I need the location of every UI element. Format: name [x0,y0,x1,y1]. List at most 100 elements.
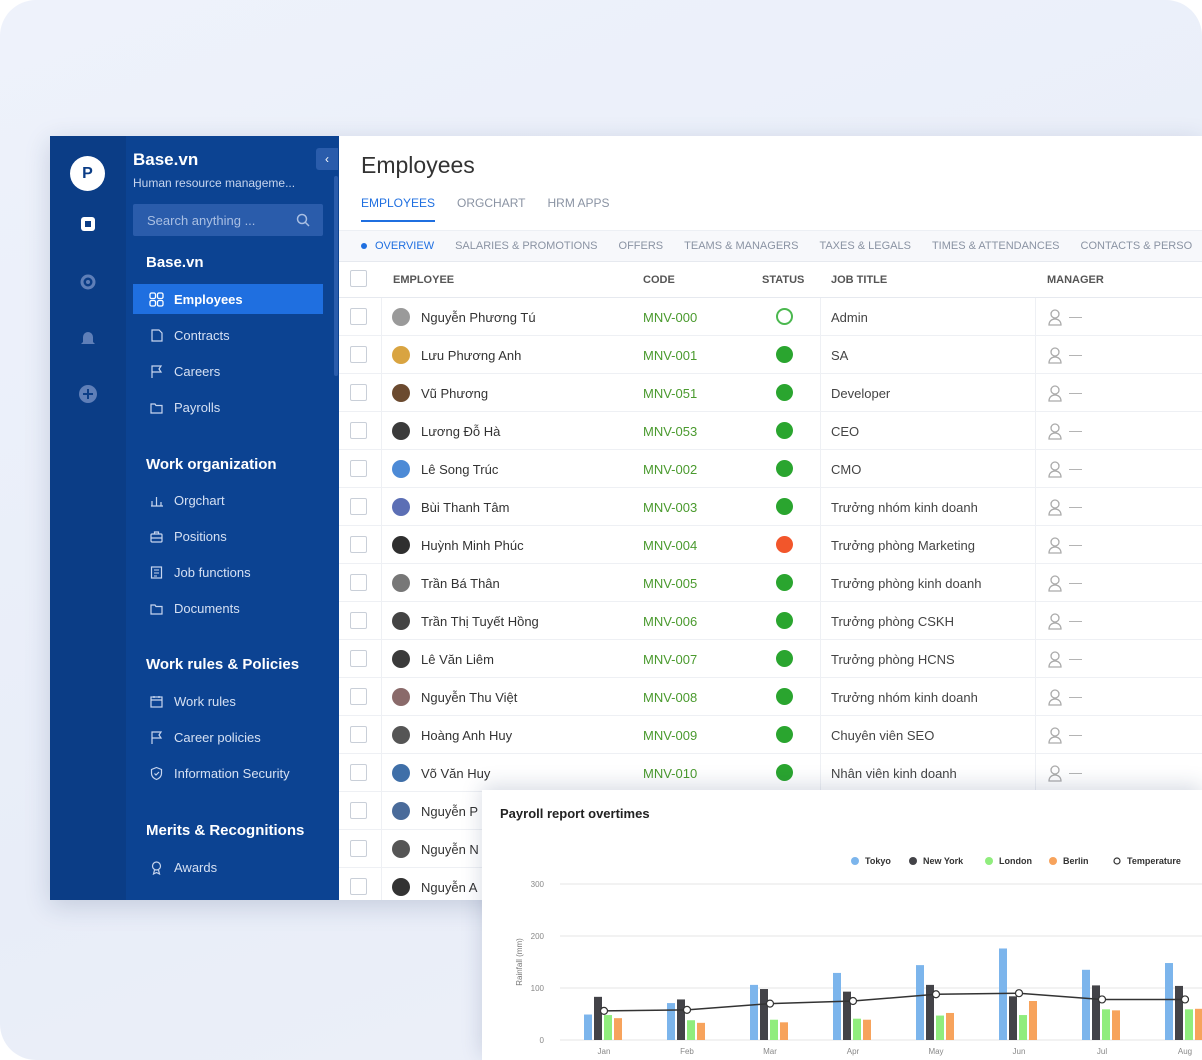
employee-name[interactable]: Trần Bá Thân [421,576,500,591]
search-icon[interactable] [296,213,310,227]
tab-orgchart[interactable]: ORGCHART [457,196,525,222]
column-code[interactable]: CODE [643,274,675,286]
sidebar-item-positions[interactable]: Positions [133,521,323,551]
user-icon[interactable] [1047,650,1063,668]
user-icon[interactable] [1047,460,1063,478]
employee-name[interactable]: Lê Văn Liêm [421,652,494,667]
employee-name[interactable]: Lê Song Trúc [421,462,498,477]
row-checkbox[interactable] [350,346,367,363]
user-icon[interactable] [1047,612,1063,630]
column-job-title[interactable]: JOB TITLE [831,274,887,286]
table-row[interactable]: Lê Song Trúc MNV-002 CMO — [339,450,1202,488]
sidebar-scrollbar[interactable] [334,176,338,376]
subtab-offers[interactable]: OFFERS [619,240,664,252]
row-checkbox[interactable] [350,384,367,401]
row-checkbox[interactable] [350,726,367,743]
user-icon[interactable] [1047,726,1063,744]
sidebar-item-documents[interactable]: Documents [133,593,323,623]
subtab-contacts-perso[interactable]: CONTACTS & PERSO [1081,240,1193,252]
user-icon[interactable] [1047,308,1063,326]
bell-icon[interactable] [78,328,98,348]
subtab-times-attendances[interactable]: TIMES & ATTENDANCES [932,240,1060,252]
subtab-overview[interactable]: OVERVIEW [361,240,434,252]
table-row[interactable]: Nguyễn Phương Tú MNV-000 Admin — [339,298,1202,336]
tab-hrm-apps[interactable]: HRM APPS [547,196,609,222]
row-checkbox[interactable] [350,574,367,591]
collapse-sidebar-button[interactable]: ‹ [316,148,338,170]
user-icon[interactable] [1047,498,1063,516]
plus-icon[interactable] [78,384,98,404]
row-checkbox[interactable] [350,688,367,705]
sidebar-item-job-functions[interactable]: Job functions [133,557,323,587]
tab-employees[interactable]: EMPLOYEES [361,196,436,222]
table-row[interactable]: Trần Bá Thân MNV-005 Trưởng phòng kinh doa… [339,564,1202,602]
sidebar-item-careers[interactable]: Careers [133,356,323,386]
column-employee[interactable]: EMPLOYEE [393,274,454,286]
row-checkbox[interactable] [350,460,367,477]
gear-icon[interactable] [78,272,98,292]
row-checkbox[interactable] [350,536,367,553]
bar-tokyo [584,1014,592,1040]
row-checkbox[interactable] [350,308,367,325]
table-row[interactable]: Võ Văn Huy MNV-010 Nhân viên kinh doanh — [339,754,1202,792]
apps-icon[interactable] [78,214,98,234]
app-window: P Base.vn Human resource manageme... ‹ B… [50,136,1202,900]
row-checkbox[interactable] [350,422,367,439]
row-checkbox[interactable] [350,840,367,857]
user-icon[interactable] [1047,574,1063,592]
row-checkbox[interactable] [350,650,367,667]
row-checkbox[interactable] [350,498,367,515]
employee-name[interactable]: Nguyễn P [421,804,478,819]
employee-name[interactable]: Nguyễn A [421,880,477,895]
column-status[interactable]: STATUS [762,274,804,286]
sidebar-item-career-policies[interactable]: Career policies [133,722,323,752]
subtab-salaries-promotions[interactable]: SALARIES & PROMOTIONS [455,240,597,252]
subtab-taxes-legals[interactable]: TAXES & LEGALS [819,240,911,252]
table-row[interactable]: Vũ Phương MNV-051 Developer — [339,374,1202,412]
employee-name[interactable]: Hoàng Anh Huy [421,728,512,743]
table-row[interactable]: Bùi Thanh Tâm MNV-003 Trưởng nhóm kinh doa… [339,488,1202,526]
table-row[interactable]: Lê Văn Liêm MNV-007 Trưởng phòng HCNS — [339,640,1202,678]
table-row[interactable]: Trần Thị Tuyết Hồng MNV-006 Trưởng phòng C… [339,602,1202,640]
sidebar-item-employees[interactable]: Employees [133,284,323,314]
sidebar-item-label: Careers [174,363,221,379]
column-manager[interactable]: MANAGER [1047,274,1104,286]
user-icon[interactable] [1047,536,1063,554]
row-checkbox[interactable] [350,764,367,781]
employee-name[interactable]: Lưu Phương Anh [421,348,521,363]
user-icon[interactable] [1047,384,1063,402]
table-row[interactable]: Nguyễn Thu Việt MNV-008 Trưởng nhóm kinh d… [339,678,1202,716]
user-icon[interactable] [1047,688,1063,706]
row-checkbox[interactable] [350,612,367,629]
employee-name[interactable]: Bùi Thanh Tâm [421,500,509,515]
user-icon[interactable] [1047,346,1063,364]
user-icon[interactable] [1047,764,1063,782]
employee-name[interactable]: Huỳnh Minh Phúc [421,538,524,553]
row-checkbox[interactable] [350,878,367,895]
user-avatar[interactable]: P [70,156,105,191]
sidebar-item-work-rules[interactable]: Work rules [133,686,323,716]
employee-code: MNV-003 [643,500,698,515]
user-icon[interactable] [1047,422,1063,440]
employee-name[interactable]: Nguyễn N [421,842,479,857]
table-row[interactable]: Lương Đỗ Hà MNV-053 CEO — [339,412,1202,450]
employee-name[interactable]: Trần Thị Tuyết Hồng [421,614,539,629]
subtab-teams-managers[interactable]: TEAMS & MANAGERS [684,240,798,252]
employee-name[interactable]: Võ Văn Huy [421,766,490,781]
select-all-checkbox[interactable] [350,270,367,287]
sidebar-item-payrolls[interactable]: Payrolls [133,392,323,422]
row-checkbox[interactable] [350,802,367,819]
search-input[interactable] [133,204,323,236]
employee-name[interactable]: Lương Đỗ Hà [421,424,500,439]
table-row[interactable]: Huỳnh Minh Phúc MNV-004 Trưởng phòng Marke… [339,526,1202,564]
sidebar-item-information-security[interactable]: Information Security [133,758,323,788]
sidebar-item-awards[interactable]: Awards [133,852,323,882]
employee-name[interactable]: Vũ Phương [421,386,488,401]
status-indicator [776,422,793,439]
sidebar-item-contracts[interactable]: Contracts [133,320,323,350]
table-row[interactable]: Lưu Phương Anh MNV-001 SA — [339,336,1202,374]
sidebar-item-orgchart[interactable]: Orgchart [133,485,323,515]
table-row[interactable]: Hoàng Anh Huy MNV-009 Chuyên viên SEO — [339,716,1202,754]
employee-name[interactable]: Nguyễn Thu Việt [421,690,517,705]
employee-name[interactable]: Nguyễn Phương Tú [421,310,536,325]
